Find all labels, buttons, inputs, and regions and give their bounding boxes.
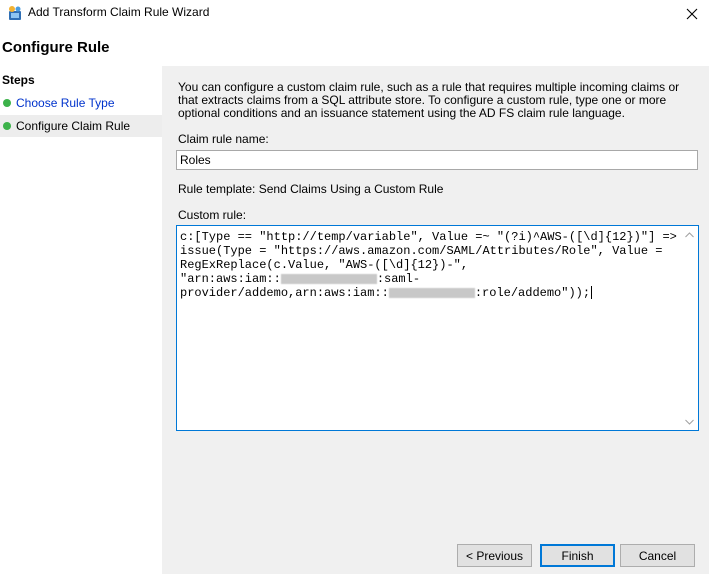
title-bar: Add Transform Claim Rule Wizard (0, 0, 709, 28)
page-header: Configure Rule (0, 28, 709, 66)
chevron-down-icon (685, 419, 694, 425)
scroll-down-button[interactable] (681, 413, 698, 430)
text-caret (591, 286, 593, 300)
page-title: Configure Rule (2, 39, 110, 56)
chevron-up-icon (685, 231, 694, 237)
content-panel: You can configure a custom claim rule, s… (162, 66, 709, 574)
steps-header: Steps (2, 73, 35, 87)
rule-line-2: issue(Type = "https://aws.amazon.com/SAM… (180, 244, 663, 258)
step-label[interactable]: Choose Rule Type (16, 96, 115, 110)
custom-rule-text[interactable]: c:[Type == "http://temp/variable", Value… (180, 230, 680, 300)
step-current-icon (3, 122, 11, 130)
custom-rule-textarea[interactable]: c:[Type == "http://temp/variable", Value… (176, 225, 699, 431)
step-choose-rule-type[interactable]: Choose Rule Type (0, 92, 162, 114)
close-icon (686, 8, 698, 20)
step-complete-icon (3, 99, 11, 107)
redacted-account-id (280, 273, 377, 284)
steps-panel: Steps Choose Rule Type Configure Claim R… (0, 66, 162, 574)
rule-line-5-prefix: provider/addemo,arn:aws:iam:: (180, 286, 389, 300)
cancel-button[interactable]: Cancel (620, 544, 695, 567)
close-button[interactable] (675, 0, 709, 28)
rule-line-5-suffix: :role/addemo")); (474, 286, 591, 300)
claim-rule-name-input[interactable] (176, 150, 698, 170)
rule-template-text: Rule template: Send Claims Using a Custo… (178, 182, 444, 196)
previous-button[interactable]: < Previous (457, 544, 532, 567)
redacted-account-id (388, 287, 475, 298)
window-title: Add Transform Claim Rule Wizard (28, 5, 210, 19)
rule-line-3: RegExReplace(c.Value, "AWS-([\d]{12})-", (180, 258, 469, 272)
claim-rule-name-label: Claim rule name: (178, 132, 269, 146)
rule-scrollbar[interactable] (681, 226, 698, 430)
adfs-app-icon (6, 4, 24, 22)
custom-rule-label: Custom rule: (178, 208, 247, 222)
rule-line-4-prefix: "arn:aws:iam:: (180, 272, 281, 286)
rule-line-4-suffix: :saml- (376, 272, 421, 286)
finish-button[interactable]: Finish (540, 544, 615, 567)
scroll-up-button[interactable] (681, 226, 698, 243)
step-label: Configure Claim Rule (16, 119, 131, 133)
rule-description: You can configure a custom claim rule, s… (178, 80, 680, 120)
step-configure-claim-rule[interactable]: Configure Claim Rule (0, 115, 162, 137)
rule-line-1: c:[Type == "http://temp/variable", Value… (180, 230, 677, 244)
